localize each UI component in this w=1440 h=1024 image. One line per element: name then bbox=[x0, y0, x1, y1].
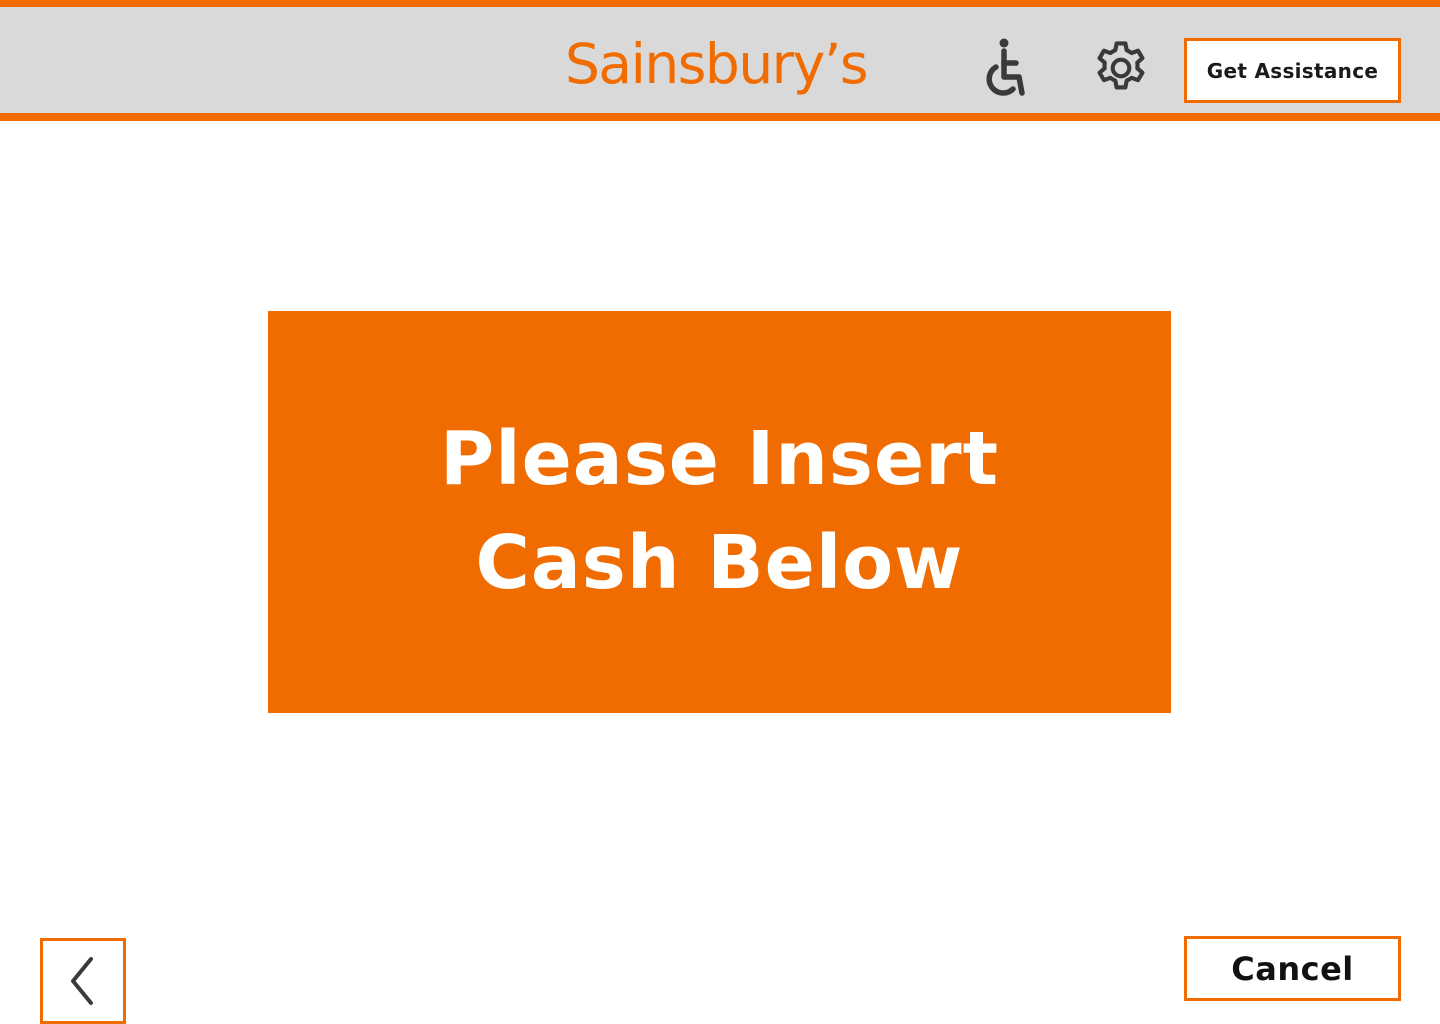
chevron-left-icon bbox=[71, 957, 93, 1005]
header-accent-line bbox=[0, 113, 1440, 121]
payment-screen: Sainsbury’s Get Assistance Please Insert… bbox=[0, 0, 1440, 1024]
top-accent-stripe bbox=[0, 0, 1440, 7]
settings-button[interactable] bbox=[1086, 33, 1156, 103]
prompt-message: Please Insert Cash Below bbox=[440, 407, 999, 615]
cancel-button[interactable]: Cancel bbox=[1184, 936, 1401, 1001]
sainsburys-logo: Sainsbury’s bbox=[565, 32, 868, 96]
gear-icon bbox=[1097, 41, 1145, 90]
back-button[interactable] bbox=[40, 938, 126, 1024]
header-bar: Sainsbury’s Get Assistance bbox=[0, 7, 1440, 113]
insert-cash-prompt: Please Insert Cash Below bbox=[268, 311, 1171, 713]
prompt-line-1: Please Insert bbox=[439, 416, 1000, 502]
accessibility-button[interactable] bbox=[974, 35, 1040, 101]
prompt-line-2: Cash Below bbox=[475, 520, 964, 606]
get-assistance-button[interactable]: Get Assistance bbox=[1184, 38, 1401, 103]
wheelchair-icon bbox=[986, 38, 1025, 96]
